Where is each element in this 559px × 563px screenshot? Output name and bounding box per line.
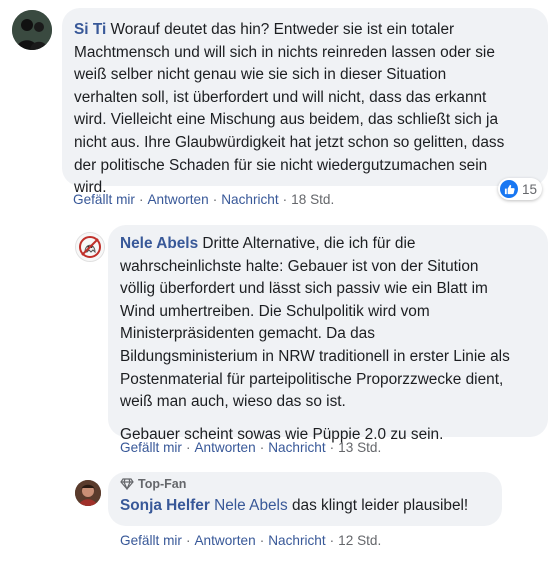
mention-link[interactable]: Nele Abels: [214, 497, 288, 514]
ghost-logo-icon: [76, 233, 104, 261]
timestamp[interactable]: 18 Std.: [291, 192, 334, 207]
like-link[interactable]: Gefällt mir: [120, 440, 182, 455]
reaction-summary[interactable]: 15: [498, 178, 543, 200]
comment-bubble: Si Ti Worauf deutet das hin? Entweder si…: [62, 8, 548, 196]
comment-text: Si Ti Worauf deutet das hin? Entweder si…: [74, 21, 505, 197]
reply-link[interactable]: Antworten: [194, 533, 255, 548]
reply-bubble: Nele Abels Dritte Alternative, die ich f…: [108, 225, 548, 443]
comment-actions: Gefällt mir · Antworten · Nachricht · 18 Std.: [73, 192, 335, 207]
diamond-icon: [120, 478, 134, 490]
comment-actions: Gefällt mir · Antworten · Nachricht · 13 Std.: [120, 440, 382, 455]
comment-author[interactable]: Sonja Helfer: [120, 497, 210, 514]
like-link[interactable]: Gefällt mir: [120, 533, 182, 548]
like-link[interactable]: Gefällt mir: [73, 192, 135, 207]
message-link[interactable]: Nachricht: [268, 533, 325, 548]
profile-photo-icon: [75, 480, 101, 506]
silhouette-icon: [12, 10, 52, 50]
reaction-count: 15: [522, 181, 538, 197]
timestamp[interactable]: 12 Std.: [338, 533, 381, 548]
avatar-si-ti[interactable]: [12, 10, 52, 50]
reply-text: Nele Abels Dritte Alternative, die ich f…: [120, 235, 510, 411]
message-link[interactable]: Nachricht: [221, 192, 278, 207]
top-fan-badge: Top-Fan: [120, 477, 490, 491]
timestamp[interactable]: 13 Std.: [338, 440, 381, 455]
comment-author[interactable]: Nele Abels: [120, 235, 198, 252]
reply-text: Sonja Helfer Nele Abels das klingt leide…: [120, 497, 469, 514]
reply-link[interactable]: Antworten: [194, 440, 255, 455]
avatar-nele-abels[interactable]: [75, 232, 105, 262]
message-link[interactable]: Nachricht: [268, 440, 325, 455]
reply-link[interactable]: Antworten: [147, 192, 208, 207]
comment-actions: Gefällt mir · Antworten · Nachricht · 12 Std.: [120, 533, 382, 548]
comment-author[interactable]: Si Ti: [74, 21, 106, 38]
avatar-sonja-helfer[interactable]: [75, 480, 101, 506]
reply-bubble: Top-Fan Sonja Helfer Nele Abels das klin…: [108, 472, 502, 526]
thumbs-up-icon: [500, 180, 518, 198]
